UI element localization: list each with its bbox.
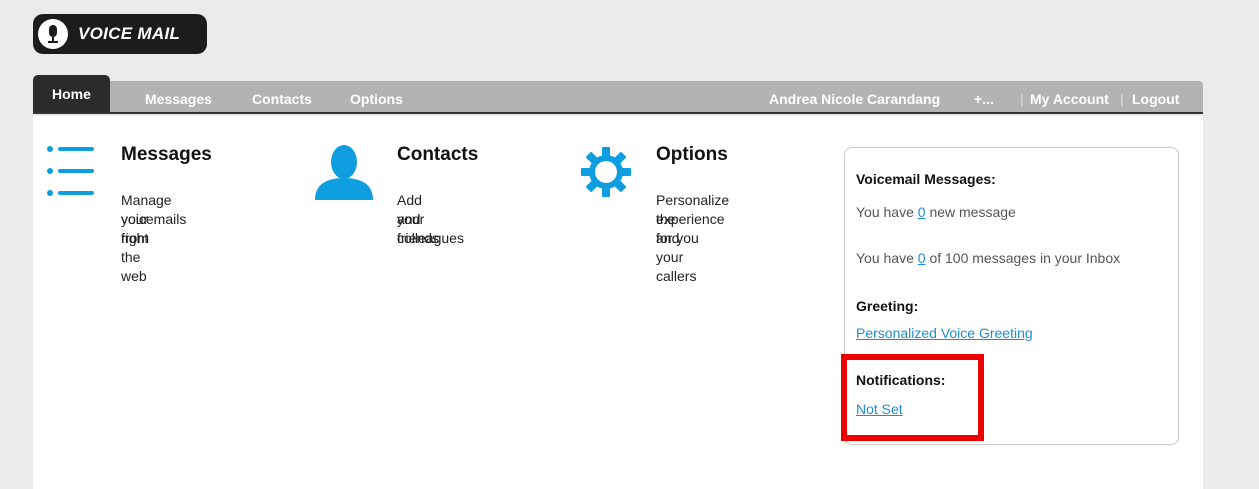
nav-separator: | <box>1120 91 1124 107</box>
tab-contacts[interactable]: Contacts <box>252 81 312 112</box>
new-messages-line: You have 0 new message <box>856 204 1016 220</box>
tab-messages[interactable]: Messages <box>145 81 212 112</box>
notifications-highlight-box <box>841 354 984 441</box>
greeting-heading: Greeting: <box>856 298 919 314</box>
person-icon[interactable] <box>313 144 375 200</box>
main-nav-bar: Home Messages Contacts Options Andrea Ni… <box>33 75 1203 114</box>
nav-separator: | <box>1020 91 1024 107</box>
messages-title[interactable]: Messages <box>121 144 212 166</box>
user-extra[interactable]: +... <box>974 81 994 112</box>
greeting-link[interactable]: Personalized Voice Greeting <box>856 325 1033 341</box>
inbox-suffix: of 100 messages in your Inbox <box>925 250 1121 266</box>
logout-link[interactable]: Logout <box>1132 81 1179 112</box>
gear-icon[interactable] <box>580 146 632 198</box>
logo-text: VOICE MAIL <box>78 24 181 43</box>
voicemail-logo: VOICE MAIL <box>33 14 207 54</box>
contacts-title[interactable]: Contacts <box>397 144 478 166</box>
home-panel: Messages Manage your voicemails right fr… <box>33 116 1203 489</box>
new-messages-count-link[interactable]: 0 <box>918 204 926 220</box>
options-title[interactable]: Options <box>656 144 728 166</box>
options-desc-line3: and your callers <box>656 230 697 284</box>
contacts-desc-line2: and colleagues <box>397 211 464 246</box>
my-account-link[interactable]: My Account <box>1030 81 1109 112</box>
tab-options[interactable]: Options <box>350 81 403 112</box>
inbox-prefix: You have <box>856 250 918 266</box>
inbox-count-line: You have 0 of 100 messages in your Inbox <box>856 250 1120 266</box>
user-name: Andrea Nicole Carandang <box>769 91 941 107</box>
new-messages-suffix: new message <box>925 204 1016 220</box>
voicemail-messages-heading: Voicemail Messages: <box>856 171 996 187</box>
messages-desc-line3: from the web <box>121 230 149 284</box>
inbox-count-link[interactable]: 0 <box>918 250 926 266</box>
tab-home[interactable]: Home <box>33 75 110 112</box>
microphone-icon <box>38 19 68 49</box>
new-messages-prefix: You have <box>856 204 918 220</box>
